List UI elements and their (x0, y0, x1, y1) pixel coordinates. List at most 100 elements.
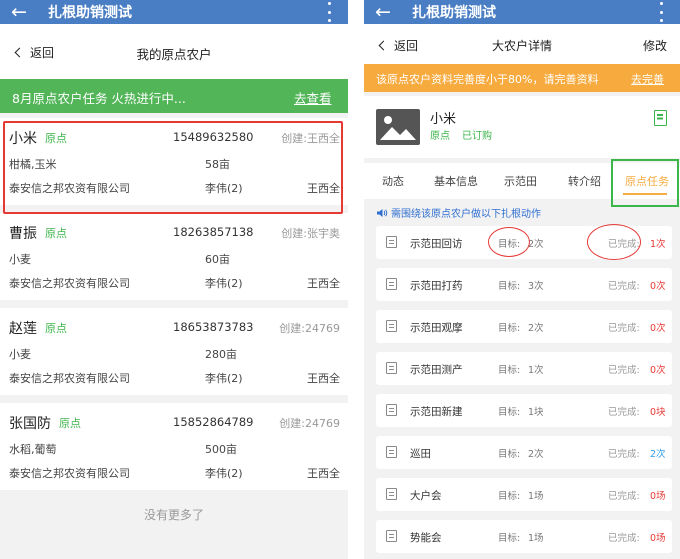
crops-text: 小麦 (9, 348, 31, 361)
company-text: 泰安信之邦农资有限公司 (9, 372, 130, 385)
crops-text: 水稻,葡萄 (9, 443, 57, 456)
area-text: 500亩 (205, 443, 237, 456)
company-text: 泰安信之邦农资有限公司 (9, 277, 130, 290)
task-row[interactable]: 巡田 目标: 2次 已完成: 2次 (376, 436, 672, 469)
task-row[interactable]: 示范田测产 目标: 1次 已完成: 0次 (376, 352, 672, 385)
done-label: 已完成: (608, 281, 640, 292)
document-icon (386, 530, 397, 542)
task-name: 示范田测产 (410, 364, 463, 376)
farmer-card[interactable]: 曹振 原点 18263857138 创建:张宇奥 小麦 60亩 泰安信之邦农资有限公司 李伟(… (0, 213, 348, 300)
highlight-box (611, 159, 679, 207)
task-row[interactable]: 示范田打药 目标: 3次 已完成: 0次 (376, 268, 672, 301)
nav-bar: 返回 我的原点农户 (0, 24, 348, 79)
area-text: 280亩 (205, 348, 237, 361)
app-bar: ← 扎根助销测试 (364, 0, 680, 24)
task-row[interactable]: 示范田新建 目标: 1块 已完成: 0块 (376, 394, 672, 427)
farmer-name: 曹振 (9, 226, 37, 242)
assignee-text: 李伟(2) (205, 467, 243, 480)
origin-tag: 原点 (430, 131, 450, 142)
target-value: 2次 (528, 323, 544, 334)
phone-number[interactable]: 18263857138 (173, 225, 253, 239)
speaker-icon (377, 208, 388, 217)
arrow-left-icon[interactable]: ← (372, 0, 394, 24)
profile-card: 小米 原点 已订购 (364, 96, 680, 158)
app-title: 扎根助销测试 (48, 5, 132, 21)
document-icon (386, 320, 397, 332)
done-value: 0场 (650, 533, 666, 544)
screen-divider (348, 0, 364, 559)
farmer-card[interactable]: 赵莲 原点 18653873783 创建:24769 小麦 280亩 泰安信之邦农资有限公司… (0, 308, 348, 395)
done-label: 已完成: (608, 449, 640, 460)
document-icon (386, 404, 397, 416)
task-name: 势能会 (410, 532, 442, 544)
target-value: 2次 (528, 239, 544, 250)
done-value: 0次 (650, 365, 666, 376)
farmer-name: 赵莲 (9, 321, 37, 337)
profile-name: 小米 (430, 112, 457, 127)
target-value: 1场 (528, 533, 544, 544)
page-title: 我的原点农户 (136, 47, 212, 62)
done-label: 已完成: (608, 407, 640, 418)
crops-text: 小麦 (9, 253, 31, 266)
done-value: 0场 (650, 491, 666, 502)
task-banner[interactable]: 8月原点农户任务 火热进行中... 去查看 (0, 79, 348, 113)
edit-button[interactable]: 修改 (643, 37, 667, 54)
bookmark-icon[interactable] (654, 110, 667, 126)
list-end-text: 没有更多了 (143, 508, 204, 522)
owner-text: 王西全 (307, 467, 340, 480)
tab-1[interactable]: 动态 (382, 173, 404, 189)
target-label: 目标: (498, 323, 521, 334)
notice-link[interactable]: 去完善 (631, 71, 664, 87)
completion-notice[interactable]: 该原点农户资料完善度小于80%，请完善资料 去完善 (364, 64, 680, 92)
document-icon (386, 236, 397, 248)
done-value: 0块 (650, 407, 666, 418)
assignee-text: 李伟(2) (205, 372, 243, 385)
banner-text: 8月原点农户任务 火热进行中... (12, 91, 186, 106)
tab-3[interactable]: 示范田 (504, 173, 537, 189)
more-vertical-icon[interactable] (660, 2, 664, 22)
phone-number[interactable]: 18653873783 (173, 320, 253, 334)
document-icon (386, 362, 397, 374)
farmer-list-screen: ← 扎根助销测试 返回 我的原点农户 8月原点农户任务 火热进行中... 去查看… (0, 0, 348, 559)
target-label: 目标: (498, 365, 521, 376)
target-label: 目标: (498, 491, 521, 502)
target-label: 目标: (498, 533, 521, 544)
document-icon (386, 488, 397, 500)
page-title: 大农户详情 (491, 39, 552, 53)
creator-text: 创建:张宇奥 (281, 227, 340, 240)
task-name: 巡田 (410, 448, 431, 460)
target-value: 1场 (528, 491, 544, 502)
highlight-circle (587, 224, 641, 260)
owner-text: 王西全 (307, 277, 340, 290)
highlight-circle (488, 227, 530, 257)
farmer-card[interactable]: 张国防 原点 15852864789 创建:24769 水稻,葡萄 500亩 泰安信之邦农资… (0, 403, 348, 490)
creator-text: 创建:24769 (279, 417, 340, 430)
task-name: 示范田回访 (410, 238, 463, 250)
phone-number[interactable]: 15852864789 (173, 415, 253, 429)
task-name: 示范田打药 (410, 280, 463, 292)
image-placeholder-icon (376, 109, 420, 145)
task-name: 示范田新建 (410, 406, 463, 418)
notice-text: 该原点农户资料完善度小于80%，请完善资料 (376, 73, 599, 86)
more-vertical-icon[interactable] (328, 2, 332, 22)
app-title: 扎根助销测试 (412, 5, 496, 21)
task-row[interactable]: 示范田观摩 目标: 2次 已完成: 0次 (376, 310, 672, 343)
arrow-left-icon[interactable]: ← (8, 0, 30, 24)
task-row[interactable]: 大户会 目标: 1场 已完成: 0场 (376, 478, 672, 511)
target-value: 2次 (528, 449, 544, 460)
origin-tag: 原点 (59, 417, 81, 430)
target-value: 3次 (528, 281, 544, 292)
done-label: 已完成: (608, 365, 640, 376)
tab-4[interactable]: 转介绍 (568, 173, 601, 189)
app-bar: ← 扎根助销测试 (0, 0, 348, 24)
creator-text: 创建:24769 (279, 322, 340, 335)
tab-2[interactable]: 基本信息 (434, 173, 478, 189)
hint-text: 需围绕该原点农户做以下扎根动作 (391, 209, 541, 220)
owner-text: 王西全 (307, 372, 340, 385)
nav-bar: 返回 大农户详情 修改 (364, 24, 680, 64)
document-icon (386, 446, 397, 458)
banner-link[interactable]: 去查看 (294, 88, 332, 107)
done-value: 2次 (650, 449, 666, 460)
done-value: 0次 (650, 281, 666, 292)
task-row[interactable]: 势能会 目标: 1场 已完成: 0场 (376, 520, 672, 553)
